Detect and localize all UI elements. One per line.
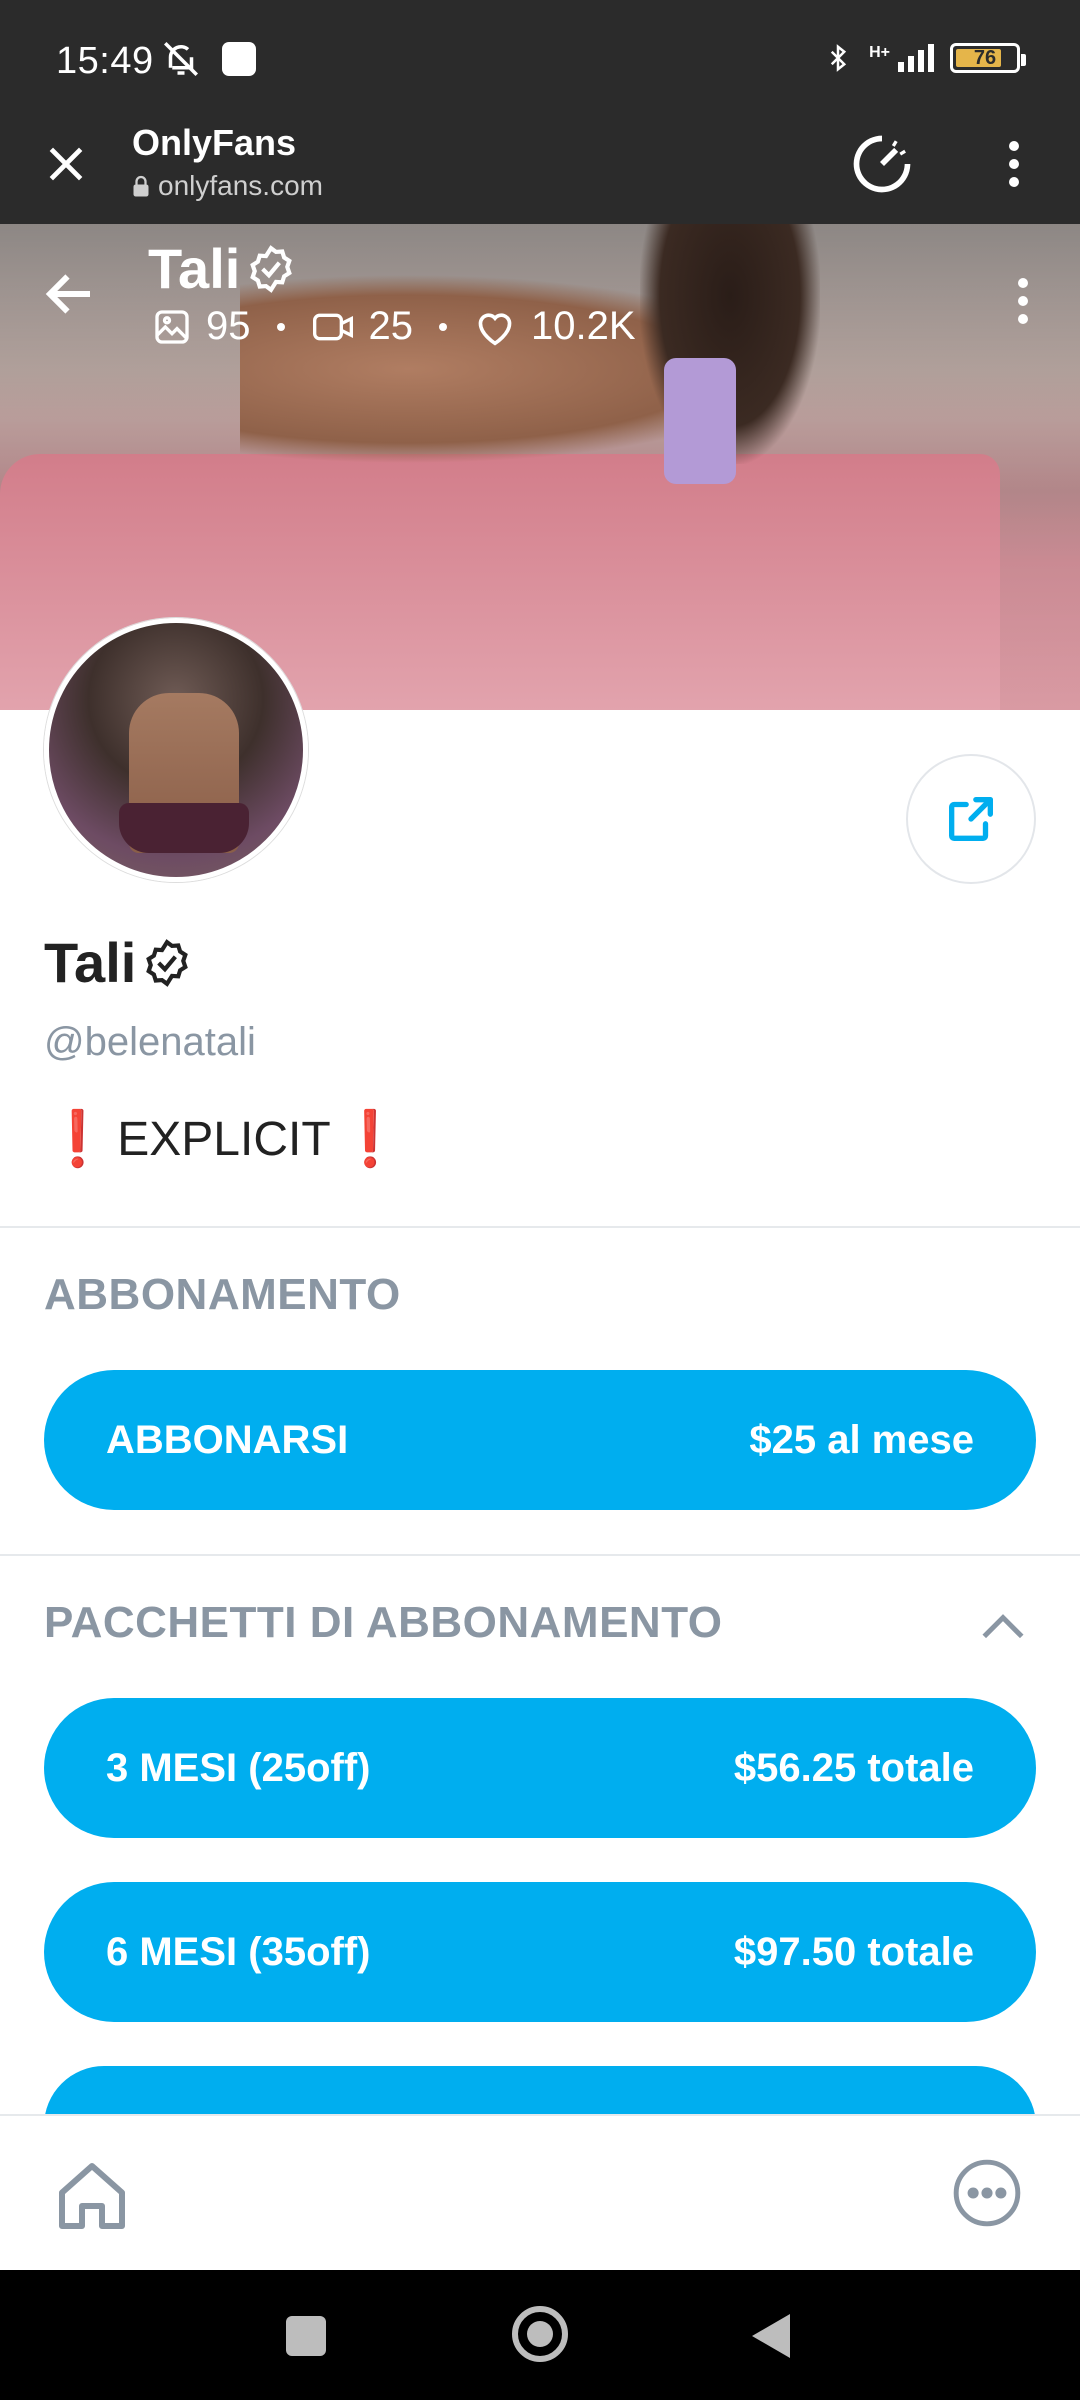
profile-menu-button[interactable] bbox=[1008, 266, 1038, 336]
share-button[interactable] bbox=[906, 754, 1036, 884]
browser-bar: OnlyFans onlyfans.com bbox=[0, 120, 1080, 224]
profile-name-text: Tali bbox=[44, 931, 137, 994]
subscribe-label: ABBONARSI bbox=[106, 1417, 349, 1462]
collapse-bundles-button[interactable] bbox=[978, 1606, 1028, 1646]
site-url[interactable]: onlyfans.com bbox=[132, 170, 323, 202]
exclamation-icon: ❗ bbox=[336, 1109, 404, 1169]
status-left-icons bbox=[160, 38, 256, 80]
status-bar: 15:49 H+ 76 bbox=[0, 0, 1080, 120]
bundle-3-months-button[interactable]: 3 MESI (25off) $56.25 totale bbox=[44, 1698, 1036, 1838]
videos-count: 25 bbox=[368, 304, 414, 348]
network-type: H+ bbox=[869, 44, 890, 61]
notification-square-icon bbox=[222, 42, 256, 76]
video-icon bbox=[312, 313, 353, 340]
profile-handle: @belenatali bbox=[44, 1020, 256, 1064]
site-title: OnlyFans bbox=[132, 122, 297, 163]
mute-icon bbox=[164, 42, 198, 76]
profile-name: Tali bbox=[44, 930, 192, 995]
signal-icon: H+ bbox=[869, 44, 934, 72]
bundle-label: 3 MESI (25off) bbox=[106, 1745, 371, 1790]
cover-name: Tali bbox=[148, 236, 296, 301]
url-text: onlyfans.com bbox=[158, 170, 323, 201]
battery-icon: 76 bbox=[950, 43, 1026, 73]
arrow-left-icon bbox=[45, 274, 90, 314]
more-button[interactable] bbox=[950, 2156, 1024, 2230]
likes-count: 10.2K bbox=[531, 304, 636, 348]
share-icon bbox=[949, 797, 993, 841]
close-button[interactable] bbox=[36, 134, 96, 194]
speed-button[interactable] bbox=[848, 130, 916, 198]
bluetooth-icon bbox=[830, 44, 847, 72]
lock-icon bbox=[133, 175, 149, 197]
verified-icon bbox=[146, 938, 189, 987]
browser-menu-button[interactable] bbox=[990, 130, 1038, 198]
system-nav-bar bbox=[0, 2270, 1080, 2400]
divider bbox=[0, 1554, 1080, 1556]
battery-level: 76 bbox=[973, 46, 997, 69]
subscription-section-title: ABBONAMENTO bbox=[44, 1270, 401, 1319]
subscribe-button[interactable]: ABBONARSI $25 al mese bbox=[44, 1370, 1036, 1510]
chevron-up-icon bbox=[982, 1614, 1024, 1639]
heart-icon bbox=[478, 312, 512, 346]
profile-stats: 95 25 10.2K bbox=[152, 304, 636, 349]
bundle-price: $56.25 totale bbox=[733, 1745, 974, 1790]
photos-icon bbox=[155, 309, 189, 344]
home-button[interactable] bbox=[52, 2156, 132, 2236]
system-home-button[interactable] bbox=[512, 2306, 568, 2362]
divider bbox=[0, 1226, 1080, 1228]
recents-button[interactable] bbox=[286, 2316, 326, 2356]
cover-name-text: Tali bbox=[148, 237, 241, 300]
home-icon bbox=[59, 2163, 125, 2229]
bundle-6-months-button[interactable]: 6 MESI (35off) $97.50 totale bbox=[44, 1882, 1036, 2022]
close-icon bbox=[49, 147, 83, 181]
avatar[interactable] bbox=[44, 618, 308, 882]
back-button[interactable] bbox=[40, 264, 110, 334]
status-right-icons: H+ 76 bbox=[823, 38, 1026, 78]
verified-icon bbox=[250, 244, 293, 293]
bundle-price: $97.50 totale bbox=[733, 1929, 974, 1974]
bio-text: EXPLICIT bbox=[117, 1113, 331, 1166]
bundle-label: 6 MESI (35off) bbox=[106, 1929, 371, 1974]
more-icon bbox=[953, 2159, 1021, 2227]
speedometer-icon bbox=[853, 130, 916, 193]
exclamation-icon: ❗ bbox=[44, 1109, 112, 1169]
bottom-nav bbox=[0, 2114, 1080, 2270]
status-time: 15:49 bbox=[56, 40, 154, 82]
system-back-button[interactable] bbox=[752, 2314, 790, 2358]
subscribe-price: $25 al mese bbox=[749, 1417, 974, 1462]
photos-count: 95 bbox=[206, 304, 251, 348]
bundles-section-title: PACCHETTI DI ABBONAMENTO bbox=[44, 1598, 723, 1647]
profile-bio: ❗ EXPLICIT ❗ bbox=[44, 1108, 404, 1171]
